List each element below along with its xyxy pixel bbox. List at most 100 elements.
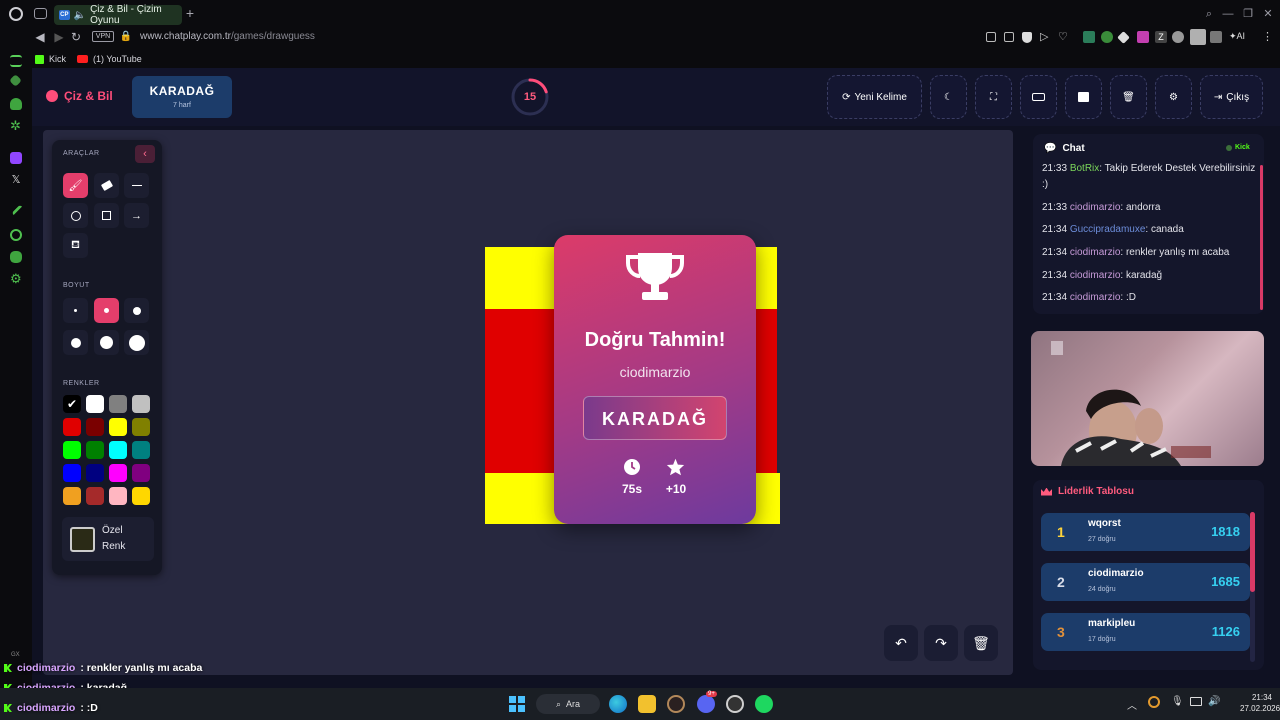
- color-swatch[interactable]: [132, 464, 150, 482]
- color-swatch[interactable]: [86, 418, 104, 436]
- arrow-tool[interactable]: →: [124, 203, 149, 228]
- menu-icon[interactable]: ⋮: [1262, 30, 1273, 43]
- monitor-icon[interactable]: [1190, 697, 1202, 706]
- chat-user[interactable]: ciodimarzio: [1070, 292, 1121, 303]
- leaderboard-scrollbar[interactable]: [1250, 512, 1255, 592]
- tab-switcher-icon[interactable]: [34, 8, 47, 19]
- tray-chevron-up-icon[interactable]: ︿: [1127, 697, 1137, 712]
- pin-icon[interactable]: [986, 32, 996, 42]
- close-icon[interactable]: ✕: [1262, 8, 1274, 20]
- extension-2-icon[interactable]: [1101, 31, 1113, 43]
- shield-icon[interactable]: [1022, 32, 1032, 43]
- bookmark-youtube[interactable]: (1) YouTube: [77, 52, 142, 66]
- sidebar-gx-icon[interactable]: [10, 98, 22, 110]
- brush-tool[interactable]: 🖌: [63, 173, 88, 198]
- chat-user[interactable]: ciodimarzio: [1070, 270, 1121, 281]
- new-tab-plus-icon[interactable]: +: [183, 6, 197, 20]
- line-tool[interactable]: [124, 173, 149, 198]
- extension-1-icon[interactable]: [1083, 31, 1095, 43]
- color-swatch[interactable]: [86, 441, 104, 459]
- back-icon[interactable]: ◀: [33, 30, 47, 44]
- sidebar-twitch-icon[interactable]: [10, 152, 22, 164]
- color-swatch[interactable]: [109, 418, 127, 436]
- rectangle-tool[interactable]: [94, 203, 119, 228]
- redo-button[interactable]: ↷: [924, 625, 958, 661]
- file-explorer-icon[interactable]: [638, 695, 656, 713]
- color-swatch[interactable]: [132, 487, 150, 505]
- taskbar-search[interactable]: ⌕ Ara: [536, 694, 600, 714]
- color-swatch[interactable]: ✔: [63, 395, 81, 413]
- size-6-option[interactable]: [124, 330, 149, 355]
- heart-icon[interactable]: ♡: [1058, 31, 1070, 43]
- sidebar-bug-icon[interactable]: ✲: [10, 119, 22, 132]
- color-swatch[interactable]: [109, 395, 127, 413]
- size-5-option[interactable]: [94, 330, 119, 355]
- reload-icon[interactable]: ↻: [69, 30, 83, 44]
- microphone-icon[interactable]: 🎙: [1171, 696, 1184, 707]
- sidebar-settings-icon[interactable]: ⚙: [10, 272, 22, 285]
- profile-avatar[interactable]: [1190, 29, 1206, 45]
- size-4-option[interactable]: [63, 330, 88, 355]
- windows-start-icon[interactable]: [509, 696, 525, 712]
- undo-button[interactable]: ↶: [884, 625, 918, 661]
- sidebar-history-icon[interactable]: [10, 229, 22, 241]
- clear-canvas-button[interactable]: 🗑: [964, 625, 998, 661]
- sidebar-speed-dial-icon[interactable]: [10, 55, 22, 67]
- color-swatch[interactable]: [63, 418, 81, 436]
- discord-icon[interactable]: [697, 695, 715, 713]
- camera-icon[interactable]: [1004, 32, 1014, 42]
- sidebar-x-icon[interactable]: 𝕏: [10, 174, 22, 186]
- url-field[interactable]: www.chatplay.com.tr/games/drawguess: [140, 30, 315, 44]
- dark-mode-button[interactable]: ☾: [930, 75, 967, 119]
- delete-button[interactable]: 🗑: [1110, 75, 1147, 119]
- custom-color-swatch[interactable]: [70, 527, 95, 552]
- fullscreen-button[interactable]: ⛶: [975, 75, 1012, 119]
- color-swatch[interactable]: [132, 395, 150, 413]
- collapse-tools-button[interactable]: ‹: [135, 145, 155, 163]
- sidebar-extensions-icon[interactable]: [10, 251, 22, 263]
- app-icon[interactable]: [726, 695, 744, 713]
- color-swatch[interactable]: [86, 464, 104, 482]
- spotify-icon[interactable]: [755, 695, 773, 713]
- archive-button[interactable]: [1065, 75, 1102, 119]
- eraser-tool[interactable]: [94, 173, 119, 198]
- color-swatch[interactable]: [132, 418, 150, 436]
- color-swatch[interactable]: [63, 441, 81, 459]
- extension-4-icon[interactable]: [1137, 31, 1149, 43]
- browser-tab-active[interactable]: CP 🔈 Çiz & Bil - Çizim Oyunu: [54, 4, 182, 26]
- color-swatch[interactable]: [109, 441, 127, 459]
- keyboard-button[interactable]: [1020, 75, 1057, 119]
- search-icon[interactable]: ⌕: [1203, 8, 1215, 20]
- circle-tool[interactable]: [63, 203, 88, 228]
- size-1-option[interactable]: [63, 298, 88, 323]
- color-swatch[interactable]: [63, 487, 81, 505]
- fill-tool[interactable]: ⛾: [63, 233, 88, 258]
- app-logo[interactable]: Çiz & Bil: [46, 89, 113, 103]
- opera-gx-taskbar-icon[interactable]: [667, 695, 685, 713]
- edge-icon[interactable]: [609, 695, 627, 713]
- opera-gx-logo-icon[interactable]: [9, 7, 23, 21]
- extension-5-icon[interactable]: Z: [1155, 31, 1167, 43]
- play-icon[interactable]: ▷: [1040, 31, 1052, 43]
- settings-button[interactable]: ⚙: [1155, 75, 1192, 119]
- exit-button[interactable]: ⇥ Çıkış: [1200, 75, 1263, 119]
- volume-icon[interactable]: 🔊: [1208, 696, 1220, 707]
- chat-user[interactable]: Guccipradamuxe: [1070, 224, 1146, 235]
- size-3-option[interactable]: [124, 298, 149, 323]
- ai-button[interactable]: ✦AI: [1229, 31, 1245, 42]
- color-swatch[interactable]: [63, 464, 81, 482]
- vpn-badge[interactable]: VPN: [92, 31, 114, 42]
- extension-7-icon[interactable]: [1210, 31, 1222, 43]
- chat-scrollbar[interactable]: [1260, 165, 1263, 310]
- tray-sync-icon[interactable]: [1148, 696, 1160, 708]
- color-swatch[interactable]: [109, 464, 127, 482]
- size-2-option[interactable]: [94, 298, 119, 323]
- extension-6-icon[interactable]: [1172, 31, 1184, 43]
- new-word-button[interactable]: ⟳ Yeni Kelime: [827, 75, 922, 119]
- chat-user[interactable]: ciodimarzio: [1070, 247, 1121, 258]
- color-swatch[interactable]: [132, 441, 150, 459]
- chat-user[interactable]: BotRix: [1070, 163, 1099, 174]
- lock-icon[interactable]: 🔒: [119, 30, 133, 44]
- taskbar-clock[interactable]: 21:34 27.02.2026: [1240, 692, 1280, 714]
- color-swatch[interactable]: [109, 487, 127, 505]
